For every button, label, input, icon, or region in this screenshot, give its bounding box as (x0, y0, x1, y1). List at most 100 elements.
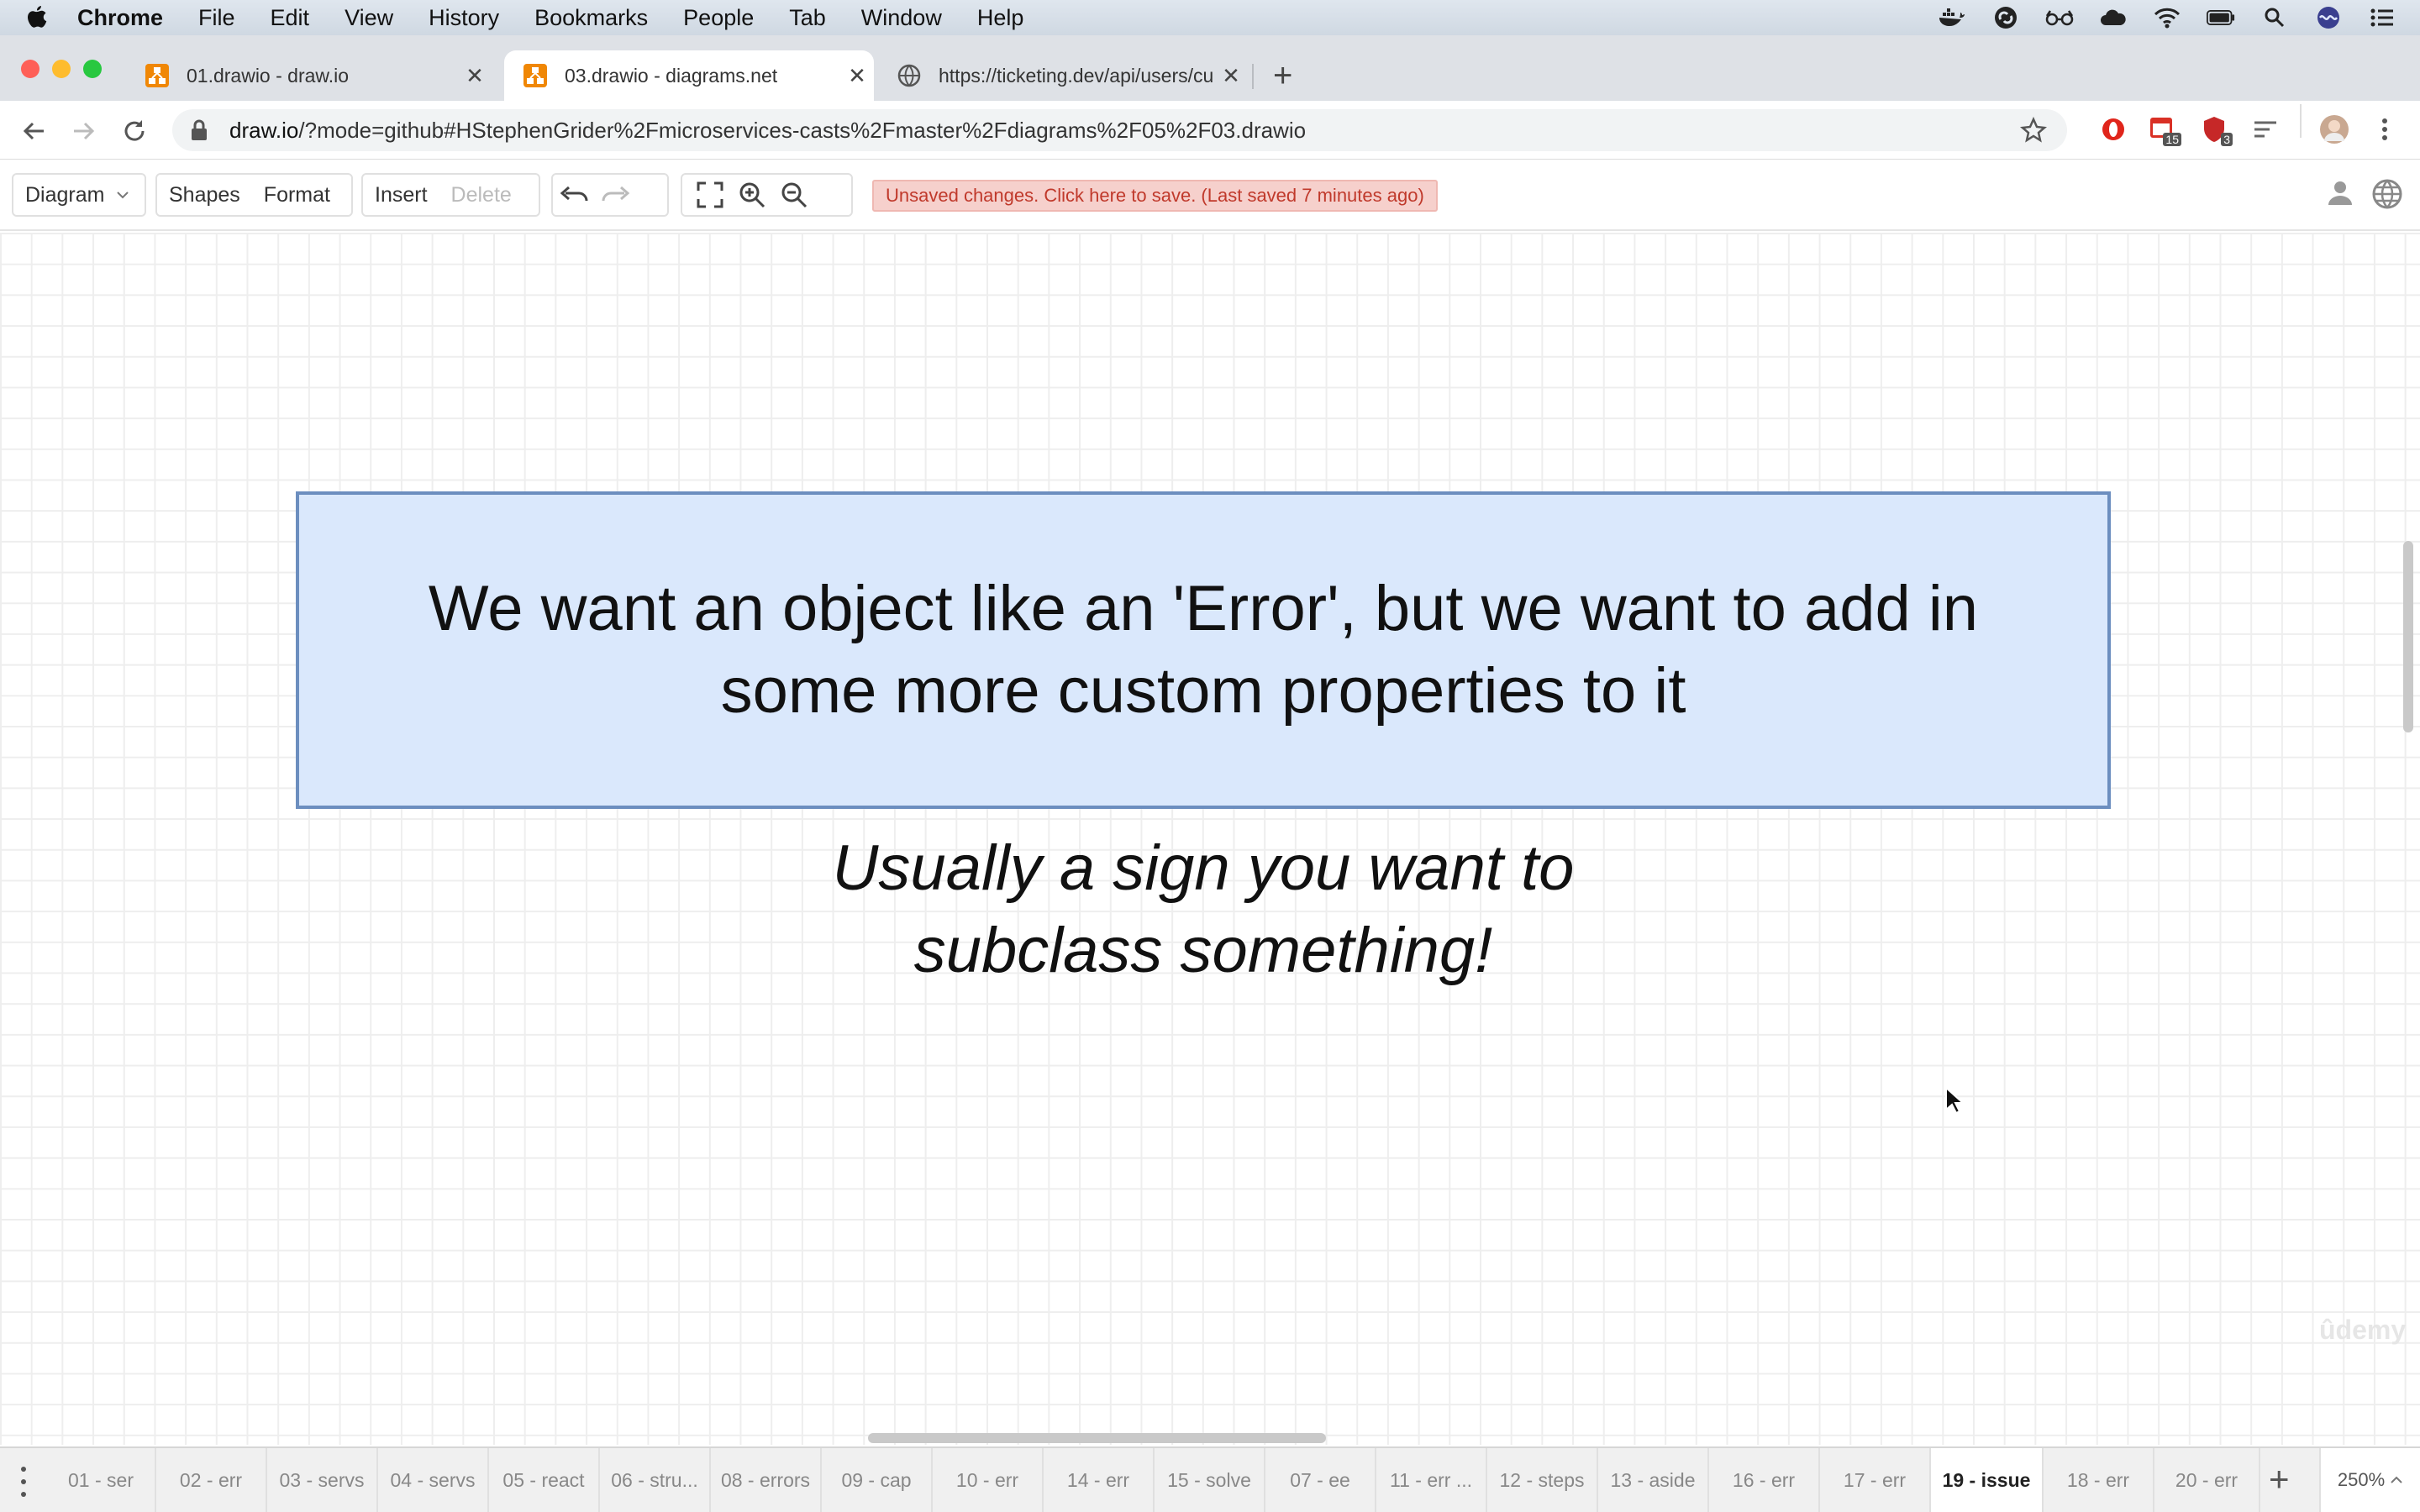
undo-button[interactable] (553, 175, 595, 215)
menu-app-chrome[interactable]: Chrome (77, 5, 163, 31)
menu-edit[interactable]: Edit (271, 5, 310, 31)
page-tab[interactable]: 03 - servs (267, 1448, 378, 1512)
vertical-scrollbar[interactable] (2403, 541, 2413, 732)
shapes-button[interactable]: Shapes (157, 183, 252, 207)
chrome-menu-icon[interactable] (2370, 114, 2400, 144)
chevron-down-icon (117, 192, 129, 199)
page-tab[interactable]: 06 - stru... (600, 1448, 711, 1512)
extension-badge: 15 (2163, 133, 2181, 146)
browser-tab-01-drawio[interactable]: 01.drawio - draw.io ✕ (126, 50, 492, 101)
apple-icon[interactable] (25, 4, 59, 31)
menu-window[interactable]: Window (861, 5, 942, 31)
browser-tab-strip: 01.drawio - draw.io ✕ 03.drawio - diagra… (0, 35, 2420, 101)
zoom-level-control[interactable]: 250% (2319, 1448, 2420, 1512)
page-tab[interactable]: 18 - err (2044, 1448, 2154, 1512)
menu-tab[interactable]: Tab (789, 5, 826, 31)
wifi-icon[interactable] (2153, 5, 2181, 30)
menu-help[interactable]: Help (977, 5, 1024, 31)
menu-bookmarks[interactable]: Bookmarks (534, 5, 648, 31)
profile-avatar[interactable] (2319, 114, 2349, 144)
page-tab[interactable]: 02 - err (156, 1448, 267, 1512)
delete-button[interactable]: Delete (439, 183, 523, 207)
creative-cloud-icon[interactable] (1991, 5, 2020, 30)
page-tab[interactable]: 07 - ee (1265, 1448, 1376, 1512)
zoom-level-value: 250% (2337, 1469, 2386, 1490)
reload-button[interactable] (118, 114, 151, 148)
zoom-out-button[interactable] (773, 175, 815, 215)
menu-people[interactable]: People (683, 5, 754, 31)
rectangle-text-line-1: We want an object like an 'Error', but w… (428, 573, 1979, 644)
page-tab[interactable]: 10 - err (933, 1448, 1044, 1512)
drawio-favicon-icon (145, 64, 169, 87)
format-button[interactable]: Format (252, 183, 342, 207)
globe-icon (897, 64, 921, 87)
page-tab[interactable]: 17 - err (1820, 1448, 1931, 1512)
fit-page-button[interactable] (689, 175, 731, 215)
macos-menu-bar: Chrome File Edit View History Bookmarks … (0, 0, 2420, 35)
page-tab[interactable]: 16 - err (1709, 1448, 1820, 1512)
url-path: /?mode=github#HStephenGrider%2Fmicroserv… (298, 117, 1307, 143)
user-icon[interactable] (2326, 178, 2354, 211)
page-tab[interactable]: 08 - errors (711, 1448, 822, 1512)
page-tab[interactable]: 14 - err (1044, 1448, 1155, 1512)
page-tab[interactable]: 01 - ser (47, 1448, 156, 1512)
diagram-italic-text[interactable]: Usually a sign you want to subclass some… (632, 827, 1775, 992)
rectangle-text: We want an object like an 'Error', but w… (395, 568, 2012, 732)
menu-file[interactable]: File (198, 5, 235, 31)
zoom-in-button[interactable] (731, 175, 773, 215)
menu-history[interactable]: History (429, 5, 499, 31)
close-tab-icon[interactable]: ✕ (458, 63, 492, 89)
toolbar-divider (2300, 104, 2302, 138)
page-tab-active[interactable]: 19 - issue (1931, 1448, 2044, 1512)
page-tab[interactable]: 11 - err ... (1376, 1448, 1487, 1512)
docker-icon[interactable] (1938, 5, 1966, 30)
pages-menu-icon[interactable] (13, 1467, 34, 1497)
close-tab-icon[interactable]: ✕ (1214, 63, 1248, 89)
window-minimize-button[interactable] (52, 60, 71, 78)
close-tab-icon[interactable]: ✕ (840, 63, 874, 89)
page-tab[interactable]: 09 - cap (822, 1448, 933, 1512)
forward-button[interactable] (67, 114, 101, 148)
window-close-button[interactable] (21, 60, 39, 78)
diagram-menu-label: Diagram (25, 182, 105, 207)
page-tab[interactable]: 05 - react (489, 1448, 600, 1512)
page-tab[interactable]: 15 - solve (1155, 1448, 1265, 1512)
cloud-icon[interactable] (2099, 5, 2128, 30)
unsaved-changes-banner[interactable]: Unsaved changes. Click here to save. (La… (872, 180, 1438, 212)
add-page-button[interactable]: + (2269, 1460, 2290, 1499)
page-tab[interactable]: 12 - steps (1487, 1448, 1598, 1512)
page-tabs-bar: 01 - ser 02 - err 03 - servs 04 - servs … (0, 1446, 2420, 1512)
redo-button[interactable] (595, 175, 637, 215)
browser-tab-ticketing[interactable]: https://ticketing.dev/api/users/cu ✕ (878, 50, 1248, 101)
battery-icon[interactable] (2207, 5, 2235, 30)
page-tab[interactable]: 04 - servs (378, 1448, 489, 1512)
bookmark-star-icon[interactable] (2020, 117, 2047, 144)
reading-list-extension-icon[interactable] (2250, 114, 2281, 144)
diagram-menu-button[interactable]: Diagram (12, 173, 146, 217)
insert-button[interactable]: Insert (363, 183, 439, 207)
fullscreen-icon (697, 181, 723, 208)
drawio-toolbar: Diagram Shapes Format Insert Delete Unsa… (0, 160, 2420, 231)
horizontal-scrollbar[interactable] (868, 1433, 1326, 1443)
spotlight-search-icon[interactable] (2260, 5, 2289, 30)
shield-extension-icon[interactable]: 3 (2199, 114, 2233, 146)
glasses-icon[interactable] (2045, 5, 2074, 30)
page-tab[interactable]: 13 - aside (1598, 1448, 1709, 1512)
window-zoom-button[interactable] (83, 60, 102, 78)
siri-icon[interactable] (2314, 5, 2343, 30)
control-center-icon[interactable] (2368, 5, 2396, 30)
italic-text-line-1: Usually a sign you want to (832, 832, 1575, 904)
browser-tab-03-drawio[interactable]: 03.drawio - diagrams.net ✕ (504, 50, 874, 101)
redo-icon (602, 186, 630, 202)
menu-view[interactable]: View (345, 5, 393, 31)
language-globe-icon[interactable] (2371, 178, 2403, 214)
tab-title: 03.drawio - diagrams.net (565, 64, 778, 87)
back-button[interactable] (17, 114, 50, 148)
opera-extension-icon[interactable] (2098, 114, 2128, 144)
new-tab-button[interactable]: + (1273, 59, 1292, 92)
address-bar[interactable]: draw.io/?mode=github#HStephenGrider%2Fmi… (172, 109, 2067, 151)
undo-redo-group (551, 173, 669, 217)
calendar-extension-icon[interactable]: 15 (2148, 114, 2181, 146)
page-tab[interactable]: 20 - err (2154, 1448, 2260, 1512)
diagram-rectangle-shape[interactable]: We want an object like an 'Error', but w… (296, 491, 2111, 809)
